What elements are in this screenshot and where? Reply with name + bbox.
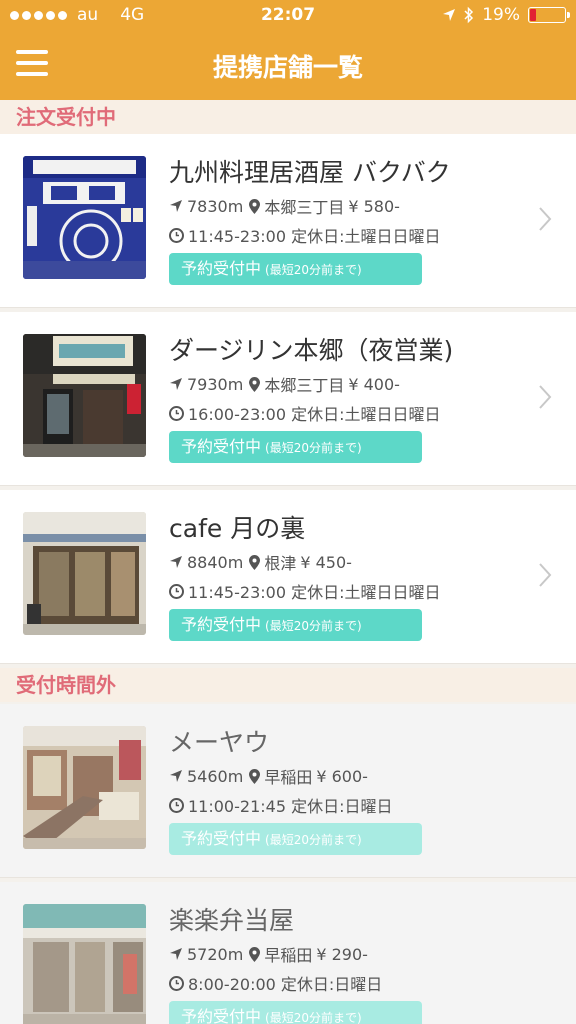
clock-icon [169, 405, 184, 421]
store-hours: 11:45-23:00 定休日:土曜日日曜日 [188, 583, 441, 602]
store-price: ¥ 600- [316, 766, 368, 786]
store-info-row: 5460m 早稲田 ¥ 600- [169, 764, 368, 788]
store-price: ¥ 580- [348, 196, 400, 216]
store-price: ¥ 290- [316, 944, 368, 964]
reservation-status-badge[interactable]: 予約受付中 (最短20分前まで) [169, 1001, 422, 1024]
clock-icon [169, 797, 184, 813]
location-arrow-icon [170, 378, 182, 390]
chevron-right-icon [539, 385, 552, 409]
badge-label: 予約受付中 [181, 615, 262, 634]
location-arrow-icon [170, 770, 182, 782]
badge-label: 予約受付中 [181, 437, 262, 456]
store-price: ¥ 450- [300, 552, 352, 572]
store-hours-row: 11:00-21:45 定休日:日曜日 [169, 793, 392, 817]
store-name: ダージリン本郷（夜営業) [169, 336, 454, 365]
store-hours: 11:00-21:45 定休日:日曜日 [188, 797, 393, 816]
section-header-closed: 受付時間外 [0, 668, 576, 702]
store-name: メーヤウ [169, 728, 270, 757]
store-distance: 5720m [187, 944, 244, 964]
store-card[interactable]: cafe 月の裏 8840m 根津 ¥ 450- 11:45-23:00 定休日… [0, 490, 576, 664]
badge-note: (最短20分前まで) [265, 619, 362, 633]
chevron-right-icon [539, 563, 552, 587]
store-card[interactable]: メーヤウ 5460m 早稲田 ¥ 600- 11:00-21:45 定休日:日曜… [0, 704, 576, 878]
battery-icon [528, 7, 570, 23]
badge-label: 予約受付中 [181, 259, 262, 278]
store-name: 九州料理居酒屋 バクバク [169, 158, 451, 187]
status-bar: au 4G 22:07 19% [0, 0, 576, 32]
store-distance: 7930m [187, 374, 244, 394]
badge-note: (最短20分前まで) [265, 1011, 362, 1024]
badge-note: (最短20分前まで) [265, 441, 362, 455]
store-hours-row: 11:45-23:00 定休日:土曜日日曜日 [169, 223, 440, 247]
store-photo [23, 512, 146, 635]
bluetooth-icon [464, 6, 474, 24]
store-name: cafe 月の裏 [169, 514, 306, 543]
store-distance: 8840m [187, 552, 244, 572]
clock-icon [169, 583, 184, 599]
store-name: 楽楽弁当屋 [169, 906, 295, 935]
store-distance: 7830m [187, 196, 244, 216]
store-hours: 8:00-20:00 定休日:日曜日 [188, 975, 383, 994]
badge-label: 予約受付中 [181, 829, 262, 848]
clock-icon [169, 227, 184, 243]
map-pin-icon [249, 554, 261, 570]
store-photo [23, 726, 146, 849]
store-info-row: 8840m 根津 ¥ 450- [169, 550, 352, 574]
reservation-status-badge[interactable]: 予約受付中 (最短20分前まで) [169, 823, 422, 855]
location-arrow-icon [443, 9, 456, 21]
store-area: 早稲田 [264, 946, 313, 965]
location-arrow-icon [170, 556, 182, 568]
map-pin-icon [249, 198, 261, 214]
store-hours: 16:00-23:00 定休日:土曜日日曜日 [188, 405, 441, 424]
badge-note: (最短20分前まで) [265, 833, 362, 847]
store-area: 本郷三丁目 [264, 198, 345, 217]
store-distance: 5460m [187, 766, 244, 786]
store-photo [23, 904, 146, 1024]
store-card[interactable]: ダージリン本郷（夜営業) 7930m 本郷三丁目 ¥ 400- 16:00-23… [0, 312, 576, 486]
reservation-status-badge[interactable]: 予約受付中 (最短20分前まで) [169, 253, 422, 285]
clock-icon [169, 975, 184, 991]
store-photo [23, 156, 146, 279]
store-info-row: 5720m 早稲田 ¥ 290- [169, 942, 368, 966]
map-pin-icon [249, 376, 261, 392]
store-hours-row: 8:00-20:00 定休日:日曜日 [169, 971, 382, 995]
store-hours: 11:45-23:00 定休日:土曜日日曜日 [188, 227, 441, 246]
store-info-row: 7930m 本郷三丁目 ¥ 400- [169, 372, 400, 396]
location-arrow-icon [170, 948, 182, 960]
store-card[interactable]: 楽楽弁当屋 5720m 早稲田 ¥ 290- 8:00-20:00 定休日:日曜… [0, 882, 576, 1024]
reservation-status-badge[interactable]: 予約受付中 (最短20分前まで) [169, 431, 422, 463]
chevron-right-icon [539, 207, 552, 231]
app-header: au 4G 22:07 19% 提携店舗一覧 [0, 0, 576, 100]
map-pin-icon [249, 768, 261, 784]
store-area: 本郷三丁目 [264, 376, 345, 395]
badge-label: 予約受付中 [181, 1007, 262, 1024]
badge-note: (最短20分前まで) [265, 263, 362, 277]
page-title: 提携店舗一覧 [212, 53, 363, 82]
store-photo [23, 334, 146, 457]
store-hours-row: 16:00-23:00 定休日:土曜日日曜日 [169, 401, 440, 425]
store-info-row: 7830m 本郷三丁目 ¥ 580- [169, 194, 400, 218]
store-area: 根津 [264, 554, 297, 573]
battery-percent: 19% [482, 5, 520, 25]
map-pin-icon [249, 946, 261, 962]
location-arrow-icon [170, 200, 182, 212]
reservation-status-badge[interactable]: 予約受付中 (最短20分前まで) [169, 609, 422, 641]
store-hours-row: 11:45-23:00 定休日:土曜日日曜日 [169, 579, 440, 603]
store-card[interactable]: 九州料理居酒屋 バクバク 7830m 本郷三丁目 ¥ 580- 11:45-23… [0, 134, 576, 308]
store-price: ¥ 400- [348, 374, 400, 394]
section-header-open: 注文受付中 [0, 100, 576, 134]
store-area: 早稲田 [264, 768, 313, 787]
